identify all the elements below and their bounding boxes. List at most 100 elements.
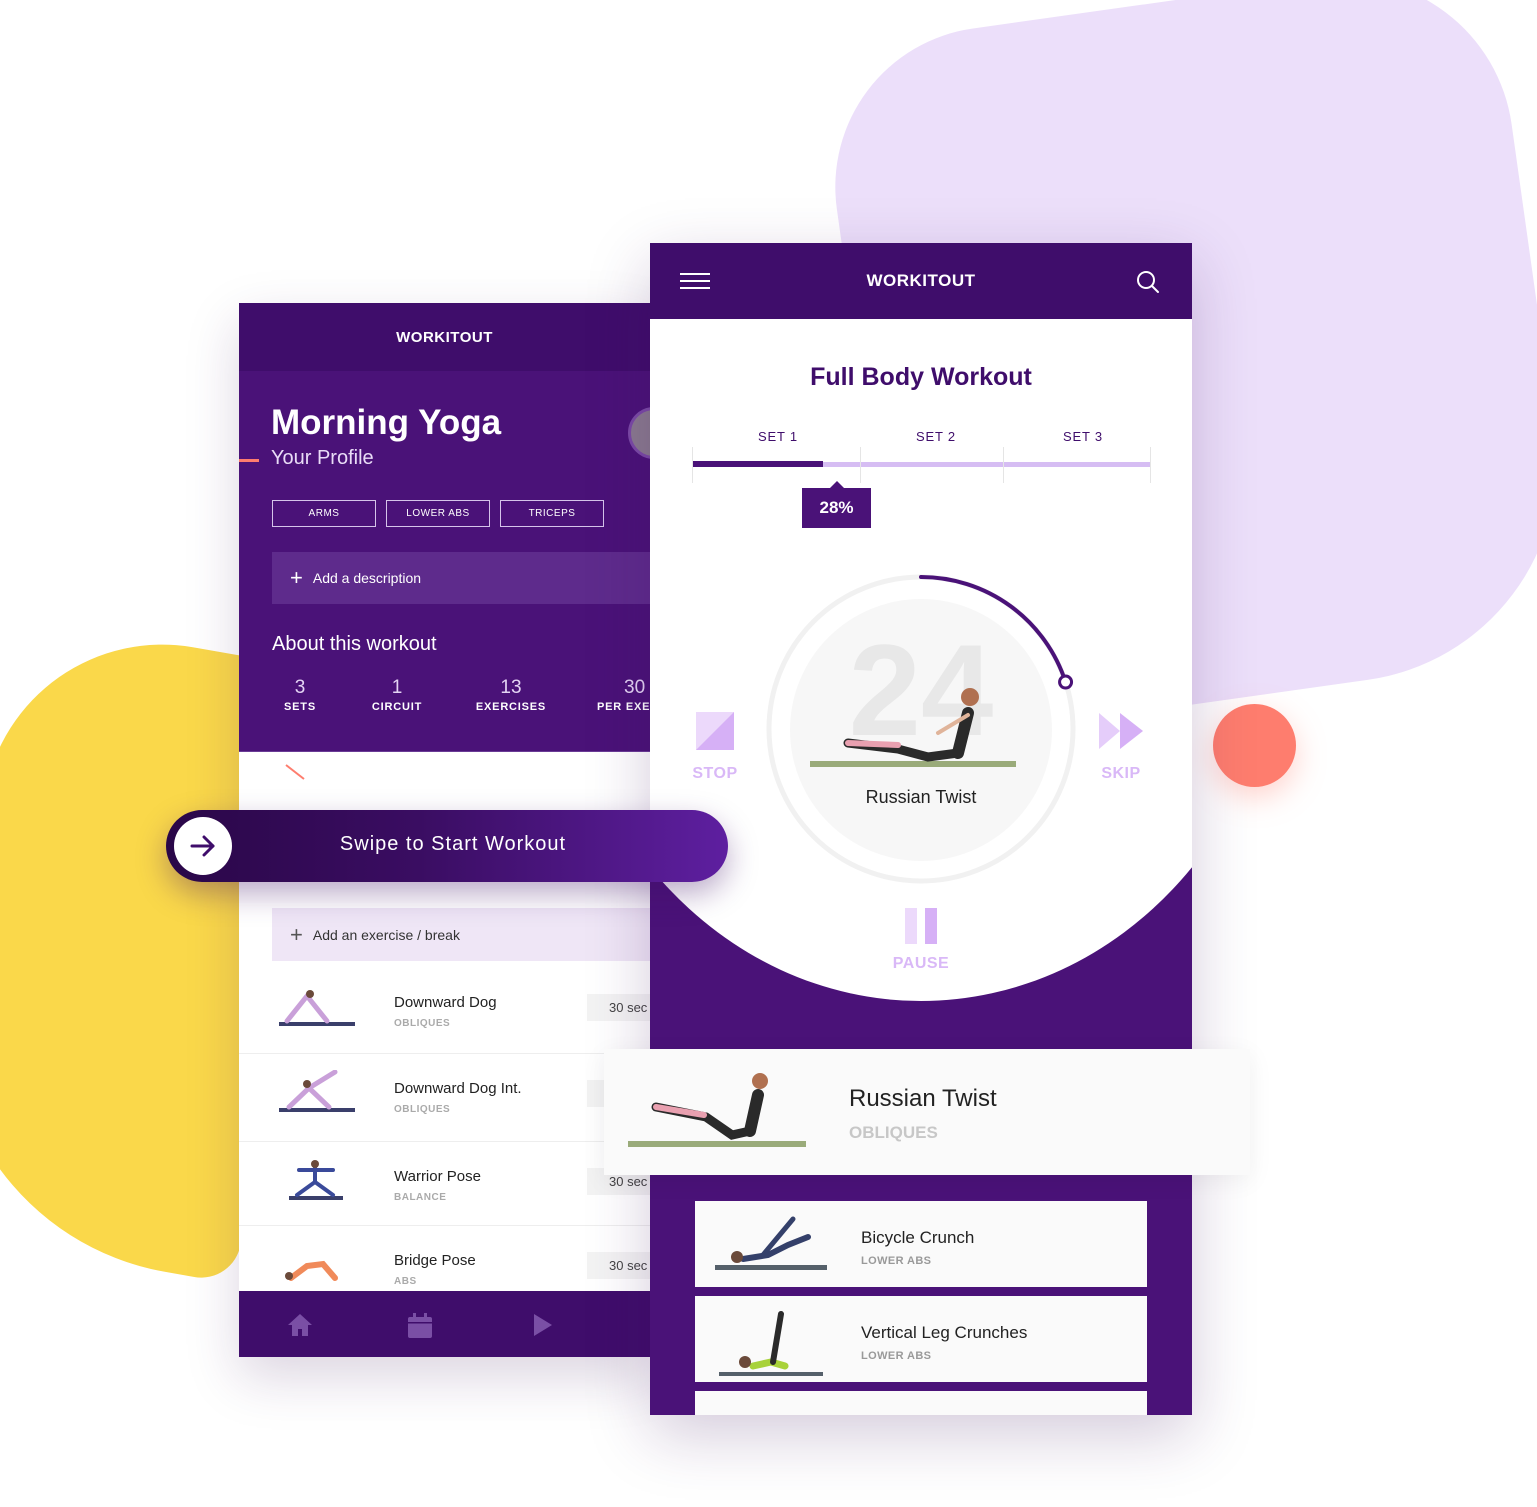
skip-label: SKIP	[1101, 765, 1141, 782]
add-description-label: Add a description	[312, 570, 422, 586]
stat-label: EXERCISES	[475, 701, 547, 713]
plus-icon: +	[290, 921, 303, 947]
exercise-row[interactable]: Downward Dog OBLIQUES 30 sec	[239, 968, 650, 1054]
exercise-name: Downward Dog Int.	[394, 1080, 522, 1097]
exercise-illustration	[810, 688, 1016, 767]
app-title: WORKITOUT	[866, 271, 976, 290]
tab-set-2[interactable]: SET 2	[916, 429, 956, 444]
exercise-duration[interactable]: 30 sec	[587, 994, 650, 1021]
stat-value: 1	[391, 677, 403, 698]
exercise-thumbnail	[719, 1311, 823, 1376]
exercise-category: BALANCE	[394, 1192, 447, 1203]
workout-stats: 3 SETS 1 CIRCUIT 13 EXERCISES 30 PER EXE	[239, 677, 650, 727]
workout-player-screen: WORKITOUT Full Body Workout SET 1 SET 2 …	[650, 243, 1192, 1415]
plus-icon: +	[290, 565, 303, 590]
workout-subtitle[interactable]: Your Profile	[271, 447, 374, 470]
queue-exercise-name: Vertical Leg Crunches	[861, 1323, 1028, 1342]
exercise-thumbnail	[279, 990, 355, 1026]
add-exercise-label: Add an exercise / break	[312, 926, 460, 943]
progress-fill	[692, 461, 823, 467]
avatar[interactable]	[628, 407, 650, 459]
exercise-category: ABS	[394, 1276, 417, 1287]
pause-button[interactable]: PAUSE	[890, 907, 952, 973]
background-dot-coral	[1213, 704, 1296, 787]
skip-icon	[1099, 713, 1143, 749]
bottom-nav	[239, 1291, 650, 1357]
app-header: WORKITOUT	[239, 303, 650, 371]
workout-hero: Morning Yoga Your Profile ARMS LOWER ABS…	[239, 371, 650, 787]
stop-icon	[696, 712, 734, 750]
dumbbell-icon	[284, 764, 306, 780]
divider	[239, 751, 650, 752]
workout-title: Full Body Workout	[810, 363, 1032, 391]
exercise-category: OBLIQUES	[394, 1018, 451, 1029]
app-title: WORKITOUT	[396, 328, 493, 346]
tag-arms[interactable]: ARMS	[272, 500, 376, 527]
exercise-duration[interactable]: 30 sec	[587, 1252, 650, 1279]
exercise-name: Warrior Pose	[394, 1168, 481, 1185]
exercise-illustration	[628, 1073, 806, 1147]
next-exercise-category: OBLIQUES	[849, 1123, 938, 1142]
exercise-thumbnail	[715, 1216, 827, 1270]
stop-button[interactable]: STOP	[690, 711, 740, 783]
exercise-thumbnail	[279, 1070, 355, 1112]
about-heading: About this workout	[272, 633, 437, 655]
calendar-icon[interactable]	[407, 1313, 433, 1339]
next-exercise-card[interactable]: Russian Twist OBLIQUES	[604, 1049, 1250, 1175]
queue-exercise-name: Bicycle Crunch	[861, 1228, 975, 1247]
exercise-name: Bridge Pose	[394, 1252, 476, 1269]
pause-icon	[905, 908, 937, 944]
stat-per-exercise: 30 PER EXE	[597, 677, 650, 713]
queue-exercise-category: LOWER ABS	[861, 1255, 932, 1267]
stat-circuit: 1 CIRCUIT	[369, 677, 425, 713]
exercise-row[interactable]: Downward Dog Int. OBLIQUES	[239, 1054, 650, 1142]
queue-item[interactable]: Bicycle Crunch LOWER ABS	[695, 1201, 1147, 1287]
exercise-category: OBLIQUES	[394, 1104, 451, 1115]
tab-set-1[interactable]: SET 1	[758, 429, 798, 444]
set-divider	[860, 447, 861, 483]
workout-title: Morning Yoga	[271, 403, 502, 442]
stop-label: STOP	[692, 765, 738, 782]
tag-lower-abs[interactable]: LOWER ABS	[386, 500, 490, 527]
app-header: WORKITOUT	[650, 243, 1192, 319]
stat-sets: 3 SETS	[283, 677, 317, 713]
stat-label: CIRCUIT	[371, 701, 423, 713]
timer-knob[interactable]	[1058, 674, 1074, 690]
exercise-thumbnail	[289, 1160, 343, 1200]
add-exercise-button[interactable]: + Add an exercise / break	[272, 908, 650, 961]
set-divider	[1003, 447, 1004, 483]
tag-triceps[interactable]: TRICEPS	[500, 500, 604, 527]
tag-list: ARMS LOWER ABS TRICEPS	[272, 500, 604, 527]
accent-line	[239, 459, 259, 462]
skip-button[interactable]: SKIP	[1094, 711, 1148, 783]
home-icon[interactable]	[287, 1313, 313, 1337]
add-description-button[interactable]: + Add a description	[272, 552, 650, 604]
stat-exercises: 13 EXERCISES	[475, 677, 547, 713]
search-icon[interactable]	[1136, 270, 1160, 294]
stat-value: 13	[500, 677, 522, 698]
pause-label: PAUSE	[892, 955, 950, 972]
duration-info: 30 minutes	[552, 763, 647, 787]
set-divider	[1150, 447, 1151, 483]
tab-set-3[interactable]: SET 3	[1063, 429, 1103, 444]
clock-icon	[552, 763, 576, 787]
stat-label: PER EXE	[597, 701, 650, 713]
equipment-label: No Equipments	[319, 765, 402, 779]
play-icon[interactable]	[533, 1313, 553, 1337]
exercise-row[interactable]: Warrior Pose BALANCE 30 sec	[239, 1142, 650, 1226]
stat-label: SETS	[284, 701, 316, 713]
progress-badge: 28%	[802, 481, 871, 528]
next-exercise-name: Russian Twist	[849, 1085, 997, 1112]
equipment-info: No Equipments	[283, 763, 401, 781]
queue-exercise-category: LOWER ABS	[861, 1350, 932, 1362]
exercise-name: Downward Dog	[394, 994, 497, 1011]
set-progress: SET 1 SET 2 SET 3	[692, 427, 1151, 487]
exercise-thumbnail	[285, 1260, 338, 1281]
swipe-to-start-slider[interactable]: Swipe to Start Workout	[166, 810, 728, 882]
queue-item[interactable]: Vertical Leg Crunches LOWER ABS	[695, 1296, 1147, 1382]
set-divider	[692, 447, 693, 483]
stat-value: 3	[294, 677, 306, 698]
duration-label: 30 minutes	[588, 768, 647, 782]
swipe-label: Swipe to Start Workout	[339, 833, 567, 855]
queue-item[interactable]	[695, 1391, 1147, 1415]
